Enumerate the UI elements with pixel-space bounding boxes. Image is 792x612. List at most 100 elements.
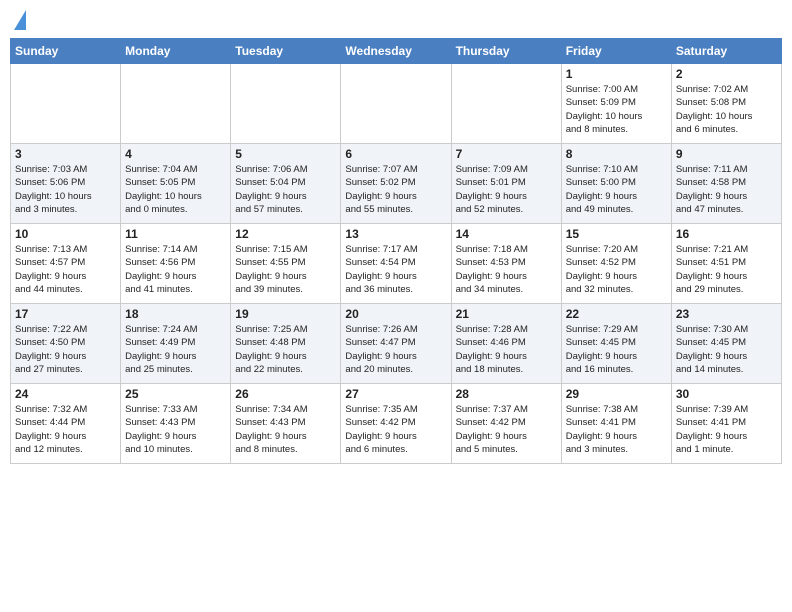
day-info: Sunrise: 7:02 AM Sunset: 5:08 PM Dayligh… (676, 83, 777, 136)
calendar-day-cell: 3 Sunrise: 7:03 AM Sunset: 5:06 PM Daylig… (11, 144, 121, 224)
logo (10, 10, 26, 32)
calendar-day-cell: 4 Sunrise: 7:04 AM Sunset: 5:05 PM Daylig… (121, 144, 231, 224)
day-header-monday: Monday (121, 39, 231, 64)
day-number: 29 (566, 387, 667, 401)
day-info: Sunrise: 7:38 AM Sunset: 4:41 PM Dayligh… (566, 403, 667, 456)
day-info: Sunrise: 7:04 AM Sunset: 5:05 PM Dayligh… (125, 163, 226, 216)
day-info: Sunrise: 7:14 AM Sunset: 4:56 PM Dayligh… (125, 243, 226, 296)
day-number: 18 (125, 307, 226, 321)
header (10, 10, 782, 32)
day-header-tuesday: Tuesday (231, 39, 341, 64)
calendar-day-cell: 17Sunrise: 7:22 AM Sunset: 4:50 PM Dayli… (11, 304, 121, 384)
calendar-day-cell: 10 Sunrise: 7:13 AM Sunset: 4:57 PM Dayli… (11, 224, 121, 304)
day-number: 13 (345, 227, 446, 241)
day-number: 26 (235, 387, 336, 401)
day-info: Sunrise: 7:35 AM Sunset: 4:42 PM Dayligh… (345, 403, 446, 456)
calendar-day-cell: 21 Sunrise: 7:28 AM Sunset: 4:46 PM Dayli… (451, 304, 561, 384)
calendar-day-cell: 29 Sunrise: 7:38 AM Sunset: 4:41 PM Dayli… (561, 384, 671, 464)
day-number: 23 (676, 307, 777, 321)
calendar-table: SundayMondayTuesdayWednesdayThursdayFrid… (10, 38, 782, 464)
day-header-thursday: Thursday (451, 39, 561, 64)
day-number: 10 (15, 227, 116, 241)
day-info: Sunrise: 7:21 AM Sunset: 4:51 PM Dayligh… (676, 243, 777, 296)
day-info: Sunrise: 7:00 AM Sunset: 5:09 PM Dayligh… (566, 83, 667, 136)
day-info: Sunrise: 7:20 AM Sunset: 4:52 PM Dayligh… (566, 243, 667, 296)
calendar-day-cell: 9 Sunrise: 7:11 AM Sunset: 4:58 PM Daylig… (671, 144, 781, 224)
day-info: Sunrise: 7:25 AM Sunset: 4:48 PM Dayligh… (235, 323, 336, 376)
day-info: Sunrise: 7:09 AM Sunset: 5:01 PM Dayligh… (456, 163, 557, 216)
day-info: Sunrise: 7:03 AM Sunset: 5:06 PM Dayligh… (15, 163, 116, 216)
calendar-week-row: 1 Sunrise: 7:00 AM Sunset: 5:09 PM Daylig… (11, 64, 782, 144)
calendar-day-cell: 18 Sunrise: 7:24 AM Sunset: 4:49 PM Dayli… (121, 304, 231, 384)
calendar-day-cell: 11 Sunrise: 7:14 AM Sunset: 4:56 PM Dayli… (121, 224, 231, 304)
day-number: 22 (566, 307, 667, 321)
day-number: 12 (235, 227, 336, 241)
day-number: 16 (676, 227, 777, 241)
day-header-saturday: Saturday (671, 39, 781, 64)
day-info: Sunrise: 7:10 AM Sunset: 5:00 PM Dayligh… (566, 163, 667, 216)
calendar-day-cell (451, 64, 561, 144)
day-number: 7 (456, 147, 557, 161)
day-number: 25 (125, 387, 226, 401)
calendar-day-cell: 26 Sunrise: 7:34 AM Sunset: 4:43 PM Dayli… (231, 384, 341, 464)
calendar-header-row: SundayMondayTuesdayWednesdayThursdayFrid… (11, 39, 782, 64)
day-info: Sunrise: 7:17 AM Sunset: 4:54 PM Dayligh… (345, 243, 446, 296)
calendar-day-cell: 16 Sunrise: 7:21 AM Sunset: 4:51 PM Dayli… (671, 224, 781, 304)
calendar-week-row: 24 Sunrise: 7:32 AM Sunset: 4:44 PM Dayli… (11, 384, 782, 464)
calendar-day-cell: 20 Sunrise: 7:26 AM Sunset: 4:47 PM Dayli… (341, 304, 451, 384)
day-number: 11 (125, 227, 226, 241)
day-number: 19 (235, 307, 336, 321)
calendar-day-cell (121, 64, 231, 144)
calendar-day-cell: 30Sunrise: 7:39 AM Sunset: 4:41 PM Dayli… (671, 384, 781, 464)
calendar-day-cell: 1 Sunrise: 7:00 AM Sunset: 5:09 PM Daylig… (561, 64, 671, 144)
day-number: 20 (345, 307, 446, 321)
logo-triangle-icon (14, 10, 26, 30)
day-info: Sunrise: 7:06 AM Sunset: 5:04 PM Dayligh… (235, 163, 336, 216)
day-number: 15 (566, 227, 667, 241)
day-header-friday: Friday (561, 39, 671, 64)
calendar-day-cell: 27 Sunrise: 7:35 AM Sunset: 4:42 PM Dayli… (341, 384, 451, 464)
day-number: 6 (345, 147, 446, 161)
calendar-day-cell: 19 Sunrise: 7:25 AM Sunset: 4:48 PM Dayli… (231, 304, 341, 384)
day-info: Sunrise: 7:32 AM Sunset: 4:44 PM Dayligh… (15, 403, 116, 456)
calendar-day-cell (11, 64, 121, 144)
calendar-day-cell: 12 Sunrise: 7:15 AM Sunset: 4:55 PM Dayli… (231, 224, 341, 304)
calendar-week-row: 3 Sunrise: 7:03 AM Sunset: 5:06 PM Daylig… (11, 144, 782, 224)
day-info: Sunrise: 7:34 AM Sunset: 4:43 PM Dayligh… (235, 403, 336, 456)
calendar-day-cell: 7 Sunrise: 7:09 AM Sunset: 5:01 PM Daylig… (451, 144, 561, 224)
day-number: 21 (456, 307, 557, 321)
calendar-day-cell: 6 Sunrise: 7:07 AM Sunset: 5:02 PM Daylig… (341, 144, 451, 224)
day-info: Sunrise: 7:07 AM Sunset: 5:02 PM Dayligh… (345, 163, 446, 216)
day-number: 9 (676, 147, 777, 161)
calendar-week-row: 10 Sunrise: 7:13 AM Sunset: 4:57 PM Dayli… (11, 224, 782, 304)
calendar-day-cell: 23 Sunrise: 7:30 AM Sunset: 4:45 PM Dayli… (671, 304, 781, 384)
day-info: Sunrise: 7:26 AM Sunset: 4:47 PM Dayligh… (345, 323, 446, 376)
day-header-wednesday: Wednesday (341, 39, 451, 64)
day-number: 2 (676, 67, 777, 81)
calendar-day-cell: 2 Sunrise: 7:02 AM Sunset: 5:08 PM Daylig… (671, 64, 781, 144)
day-info: Sunrise: 7:30 AM Sunset: 4:45 PM Dayligh… (676, 323, 777, 376)
day-info: Sunrise: 7:28 AM Sunset: 4:46 PM Dayligh… (456, 323, 557, 376)
calendar-day-cell: 5 Sunrise: 7:06 AM Sunset: 5:04 PM Daylig… (231, 144, 341, 224)
calendar-week-row: 17Sunrise: 7:22 AM Sunset: 4:50 PM Dayli… (11, 304, 782, 384)
day-info: Sunrise: 7:37 AM Sunset: 4:42 PM Dayligh… (456, 403, 557, 456)
day-number: 5 (235, 147, 336, 161)
calendar-day-cell: 25 Sunrise: 7:33 AM Sunset: 4:43 PM Dayli… (121, 384, 231, 464)
day-info: Sunrise: 7:22 AM Sunset: 4:50 PM Dayligh… (15, 323, 116, 376)
day-number: 24 (15, 387, 116, 401)
calendar-day-cell: 13 Sunrise: 7:17 AM Sunset: 4:54 PM Dayli… (341, 224, 451, 304)
day-info: Sunrise: 7:29 AM Sunset: 4:45 PM Dayligh… (566, 323, 667, 376)
day-number: 14 (456, 227, 557, 241)
calendar-day-cell (231, 64, 341, 144)
day-info: Sunrise: 7:39 AM Sunset: 4:41 PM Dayligh… (676, 403, 777, 456)
day-number: 3 (15, 147, 116, 161)
day-info: Sunrise: 7:13 AM Sunset: 4:57 PM Dayligh… (15, 243, 116, 296)
day-number: 4 (125, 147, 226, 161)
day-info: Sunrise: 7:24 AM Sunset: 4:49 PM Dayligh… (125, 323, 226, 376)
day-number: 27 (345, 387, 446, 401)
day-info: Sunrise: 7:11 AM Sunset: 4:58 PM Dayligh… (676, 163, 777, 216)
day-info: Sunrise: 7:33 AM Sunset: 4:43 PM Dayligh… (125, 403, 226, 456)
calendar-day-cell: 15 Sunrise: 7:20 AM Sunset: 4:52 PM Dayli… (561, 224, 671, 304)
day-info: Sunrise: 7:15 AM Sunset: 4:55 PM Dayligh… (235, 243, 336, 296)
day-number: 1 (566, 67, 667, 81)
